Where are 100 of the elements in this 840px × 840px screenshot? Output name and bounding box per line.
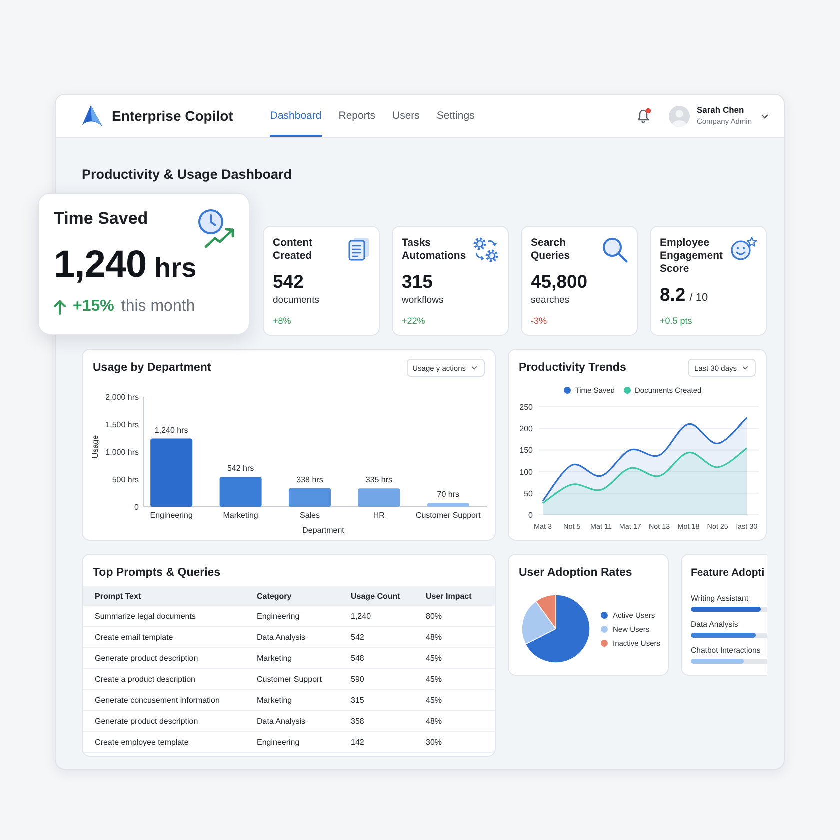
table-cell-text: Engineering <box>257 738 301 746</box>
bell-icon[interactable] <box>636 108 652 124</box>
logo-icon <box>82 105 103 127</box>
chevron-down-icon[interactable] <box>761 114 769 118</box>
card-title: Tasks Automations <box>402 237 468 263</box>
card-title: Top Prompts & Queries <box>93 567 221 579</box>
table-cell-text: 48% <box>426 632 444 642</box>
usage-bar <box>289 488 331 507</box>
bar-value-label: 1,240 hrs <box>154 426 188 435</box>
axis-tick-label: 1,000 hrs <box>106 448 139 457</box>
table-cell-text: 315 <box>351 696 366 704</box>
table-cell-text: 45% <box>426 696 444 704</box>
axis-tick-label: 100 <box>520 468 533 477</box>
document-icon <box>348 237 370 261</box>
metric-scale: / 10 <box>690 292 708 304</box>
user-name: Sarah Chen <box>696 105 746 116</box>
category-label: Customer Support <box>416 511 481 520</box>
nav-tab[interactable]: Dashboard <box>270 95 322 137</box>
table-cell-text: Create employee template <box>95 738 190 746</box>
metric-value: 45,800 <box>531 271 588 293</box>
card-title: Feature Adopti <box>691 567 765 579</box>
search-icon <box>602 237 628 263</box>
axis-tick-label: 200 <box>520 424 533 434</box>
column-header: User Impact <box>426 592 473 600</box>
category-label: Engineering <box>150 511 193 520</box>
usage-bar <box>220 477 262 507</box>
bar-value-label: 70 hrs <box>437 490 460 500</box>
category-label: HR <box>373 511 385 520</box>
table-cell-text: Create email template <box>95 632 174 642</box>
table-cell-text: 590 <box>351 674 366 684</box>
column-header: Usage Count <box>351 592 402 600</box>
card-title: Time Saved <box>54 209 148 229</box>
nav-tab[interactable]: Users <box>392 95 420 137</box>
usage-bar <box>427 503 470 507</box>
bar-value-label: 338 hrs <box>296 475 324 484</box>
category-label: Sales <box>300 511 320 520</box>
table-cell-text: Marketing <box>257 654 294 662</box>
table-cell-text: Generate concusement information <box>95 696 221 704</box>
axis-tick-label: 150 <box>520 446 533 456</box>
table-cell-text: Customer Support <box>257 674 323 684</box>
table-cell-text: Generate product description <box>95 654 200 662</box>
table-cell-text: Create a product description <box>95 674 196 684</box>
metric-unit: hrs <box>154 252 197 285</box>
metric-value: 315 <box>402 271 433 293</box>
table-cell-text: Summarize legal documents <box>95 612 197 620</box>
table-cell-text: 30% <box>426 738 444 746</box>
metric-unit: workflows <box>402 294 445 307</box>
table-cell-text: 80% <box>426 612 444 620</box>
metric-value: 1,240 <box>54 243 147 287</box>
table-cell-text: Generate product description <box>95 716 200 726</box>
change-value: -3% <box>531 315 548 327</box>
gears-icon <box>473 237 499 263</box>
card-title: Employee Engagement Score <box>660 237 724 276</box>
axis-tick-label: 250 <box>520 403 533 412</box>
card-title: Productivity Trends <box>519 362 626 374</box>
usage-bar <box>150 438 193 507</box>
axis-tick-label: 1,500 hrs <box>106 420 139 430</box>
table-cell-text: 48% <box>426 716 444 726</box>
chevron-down-icon <box>471 366 478 370</box>
table-cell-text: 548 <box>351 654 366 662</box>
table-cell-text: 1,240 <box>351 612 372 620</box>
table-cell-text: Marketing <box>257 696 294 704</box>
axis-title: Usage <box>91 435 100 459</box>
axis-tick-label: 0 <box>528 511 533 520</box>
change-value: +22% <box>402 315 426 327</box>
table-cell-text: 45% <box>426 674 444 684</box>
page-title: Productivity & Usage Dashboard <box>82 166 294 184</box>
metric-value: 542 <box>273 271 304 293</box>
column-header: Category <box>257 592 293 600</box>
table-cell-text: 142 <box>351 738 366 746</box>
nav-tab[interactable]: Reports <box>338 95 376 137</box>
smiley-star-icon <box>731 237 757 261</box>
usage-bar <box>358 488 400 507</box>
bar-value-label: 335 hrs <box>366 476 393 485</box>
card-title: Search Queries <box>531 237 572 263</box>
period-label: this month <box>121 298 196 316</box>
card-title: User Adoption Rates <box>519 567 632 579</box>
axis-tick-label: 500 hrs <box>112 476 139 484</box>
axis-tick-label: 50 <box>524 489 533 498</box>
column-header: Prompt Text <box>95 592 142 600</box>
nav-tab[interactable]: Settings <box>436 95 475 137</box>
metric-value: 8.2 <box>660 284 686 306</box>
change-value: +15% <box>73 298 114 316</box>
table-cell-text: 542 <box>351 632 366 642</box>
table-cell-text: Data Analysis <box>257 716 306 726</box>
card-title: Content Created <box>273 237 314 263</box>
card-title: Usage by Department <box>93 362 212 374</box>
table-cell-text: 358 <box>351 716 366 726</box>
axis-title: Department <box>302 526 344 535</box>
category-label: Marketing <box>223 511 258 520</box>
change-value: +0.5 pts <box>660 315 694 327</box>
metric-unit: documents <box>273 294 320 307</box>
bar-value-label: 542 hrs <box>227 464 254 474</box>
axis-tick-label: 0 <box>134 503 139 512</box>
app-name: Enterprise Copilot <box>112 108 234 124</box>
table-cell-text: Data Analysis <box>257 632 306 642</box>
chevron-down-icon <box>742 366 749 370</box>
clock-trend-icon <box>196 209 236 249</box>
axis-tick-label: 2,000 hrs <box>106 393 139 402</box>
metric-unit: searches <box>531 294 571 307</box>
